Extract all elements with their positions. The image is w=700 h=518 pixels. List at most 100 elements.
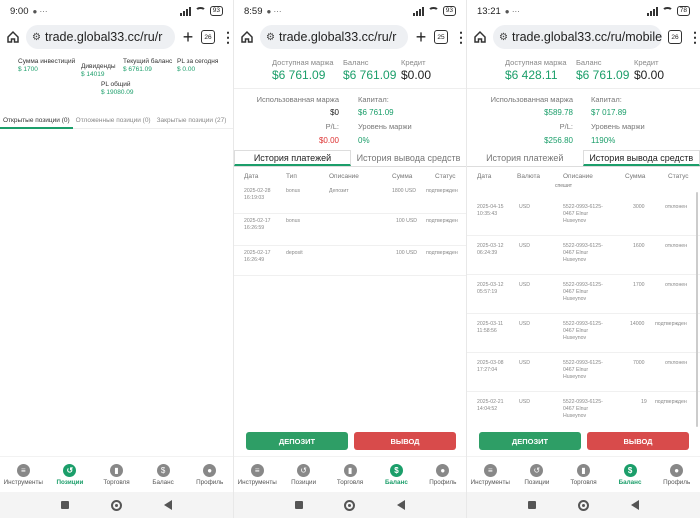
site-settings-icon[interactable]: ⚙ — [266, 32, 275, 43]
history-tabs: История платежей История вывода средств — [467, 150, 700, 167]
recents-icon[interactable] — [294, 501, 303, 509]
new-tab-icon[interactable]: + — [181, 27, 195, 48]
nav-profile[interactable]: ● Профиль — [186, 457, 233, 492]
signal-icon — [179, 6, 191, 16]
browser-toolbar: ⚙trade.global33.cc/ru/r + 25 ⋮ — [234, 24, 466, 50]
used-margin-value: $0 — [330, 108, 339, 117]
withdraw-button[interactable]: ВЫВОД — [587, 432, 689, 450]
phone-balance-withdrawals: 13:21 ● ··· 78 ⚙ trade.global33.cc/ru/mob… — [466, 0, 700, 518]
pl-value: $0.00 — [318, 136, 339, 145]
menu-icon[interactable]: ⋮ — [454, 29, 466, 46]
notification-icons: ● ··· — [504, 6, 520, 16]
profile-icon: ● — [436, 463, 450, 477]
dollar-icon: $ — [389, 463, 403, 477]
nav-positions[interactable]: ↺ Позиции — [47, 457, 94, 492]
site-settings-icon[interactable]: ⚙ — [499, 32, 508, 43]
tab-withdrawals-history[interactable]: История вывода средств — [582, 150, 700, 166]
table-header: Дата Тип Описание Сумма Статус — [244, 173, 456, 180]
home-icon[interactable] — [6, 30, 20, 44]
bottom-nav: ≡ Инструменты ↺ Позиции ▮ Торговля $ Баланс … — [0, 456, 233, 492]
nav-balance[interactable]: $ Баланс — [373, 457, 419, 492]
phone-positions: 9:00 ● ··· 93 ⚙ trade.global33.cc/ru/r + … — [0, 0, 233, 518]
margin-level-label: Уровень маржи — [591, 122, 645, 131]
deposit-button[interactable]: ДЕПОЗИТ — [246, 432, 348, 450]
home-button-icon[interactable] — [344, 499, 356, 511]
nav-instruments[interactable]: ≡ Инструменты — [467, 457, 514, 492]
pl-label: P/L: — [325, 122, 339, 131]
nav-trading[interactable]: ▮ Торговля — [560, 457, 607, 492]
recents-icon[interactable] — [61, 501, 69, 509]
margin-level-label: Уровень маржи — [358, 122, 412, 131]
nav-profile[interactable]: ● Профиль — [653, 457, 700, 492]
url-text: trade.global33.cc/ru/mobile? — [511, 30, 662, 44]
available-margin: Доступная маржа $6 428.11 — [505, 58, 567, 82]
tab-payments-history[interactable]: История платежей — [467, 150, 583, 166]
url-text: trade.global33.cc/ru/r — [278, 30, 397, 44]
tabs-icon[interactable]: 26 — [668, 30, 682, 44]
back-icon[interactable] — [397, 500, 406, 510]
status-time: 9:00 — [10, 5, 29, 17]
table-row: 2025-03-12 05:57:19 USD 5522-0993-6125-0… — [467, 276, 700, 314]
nav-trading[interactable]: ▮ Торговля — [93, 457, 140, 492]
stat-current-balance: Текущий баланс $ 6761.09 — [123, 58, 173, 73]
balance-content: Доступная маржа $6 428.11 Баланс $6 761.09… — [467, 52, 700, 518]
url-text: trade.global33.cc/ru/r — [44, 30, 163, 44]
recents-icon[interactable] — [528, 501, 536, 509]
history-icon: ↺ — [297, 463, 311, 477]
tab-withdrawals-history[interactable]: История вывода средств — [351, 150, 466, 166]
nav-instruments[interactable]: ≡ Инструменты — [234, 457, 280, 492]
nav-instruments[interactable]: ≡ Инструменты — [0, 457, 47, 492]
home-icon[interactable] — [473, 30, 487, 44]
tab-open-positions[interactable]: Открытые позиции (0) — [0, 113, 73, 129]
dollar-icon: $ — [156, 463, 170, 477]
deposit-button[interactable]: ДЕПОЗИТ — [479, 432, 581, 450]
address-bar[interactable]: ⚙ trade.global33.cc/ru/r — [260, 25, 408, 49]
status-bar: 9:00 ● ··· 93 — [0, 0, 233, 22]
home-button-icon[interactable] — [111, 499, 122, 511]
capital-value: $7 017.89 — [591, 108, 627, 117]
nav-trading[interactable]: ▮ Торговля — [327, 457, 373, 492]
battery-icon: 93 — [442, 6, 456, 16]
menu-icon[interactable]: ⋮ — [688, 29, 700, 46]
pl-label: P/L: — [559, 122, 573, 131]
used-margin-value: $589.78 — [544, 108, 573, 117]
home-icon[interactable] — [240, 30, 254, 44]
list-icon: ≡ — [16, 463, 30, 477]
tab-payments-history[interactable]: История платежей — [234, 150, 351, 166]
nav-balance[interactable]: $ Баланс — [140, 457, 187, 492]
nav-profile[interactable]: ● Профиль — [420, 457, 466, 492]
browser-toolbar: ⚙ trade.global33.cc/ru/r + 26 ⋮ — [0, 24, 233, 50]
nav-balance[interactable]: $ Баланс — [607, 457, 654, 492]
wifi-icon — [194, 7, 206, 15]
withdraw-button[interactable]: ВЫВОД — [354, 432, 456, 450]
nav-positions[interactable]: ↺ Позиции — [280, 457, 326, 492]
notification-icons: ● ··· — [266, 6, 282, 16]
margin-level-value: 1190% — [591, 136, 616, 145]
wifi-icon — [427, 7, 439, 15]
back-icon[interactable] — [631, 500, 639, 510]
tabs-icon[interactable]: 26 — [201, 30, 215, 44]
new-tab-icon[interactable]: + — [414, 27, 428, 48]
balance-value: Баланс $6 761.09 — [576, 58, 630, 82]
menu-icon[interactable]: ⋮ — [221, 29, 233, 46]
back-icon[interactable] — [164, 500, 172, 510]
scrollbar[interactable] — [696, 192, 698, 427]
table-row: 2025-03-11 11:58:56 USD 5522-0993-6125-0… — [467, 315, 700, 353]
signal-icon — [412, 6, 424, 16]
home-button-icon[interactable] — [578, 499, 589, 511]
history-tabs: История платежей История вывода средств — [234, 150, 466, 167]
table-row: 2025-02-28 16:19:03 bonus Депозит 1800 U… — [234, 188, 466, 214]
table-row: 2025-02-21 14:04:52 USD 5522-0993-6125-0… — [477, 399, 687, 419]
address-bar[interactable]: ⚙ trade.global33.cc/ru/mobile? — [493, 25, 662, 49]
table-row: 2025-02-17 16:26:49 deposit 100 USD подт… — [234, 250, 466, 276]
capital-value: $6 761.09 — [358, 108, 394, 117]
nav-positions[interactable]: ↺ Позиции — [514, 457, 561, 492]
status-time: 8:59 — [244, 5, 263, 17]
tab-pending-positions[interactable]: Отложенные позиции (0) — [73, 117, 154, 124]
tabs-icon[interactable]: 25 — [434, 30, 448, 44]
table-header: Дата Валюта Описание Сумма Статус спешит — [477, 173, 689, 189]
positions-tabs: Открытые позиции (0) Отложенные позиции … — [0, 113, 233, 129]
site-settings-icon[interactable]: ⚙ — [32, 32, 41, 43]
address-bar[interactable]: ⚙ trade.global33.cc/ru/r — [26, 25, 175, 49]
tab-closed-positions[interactable]: Закрытые позиции (27) — [154, 117, 230, 124]
